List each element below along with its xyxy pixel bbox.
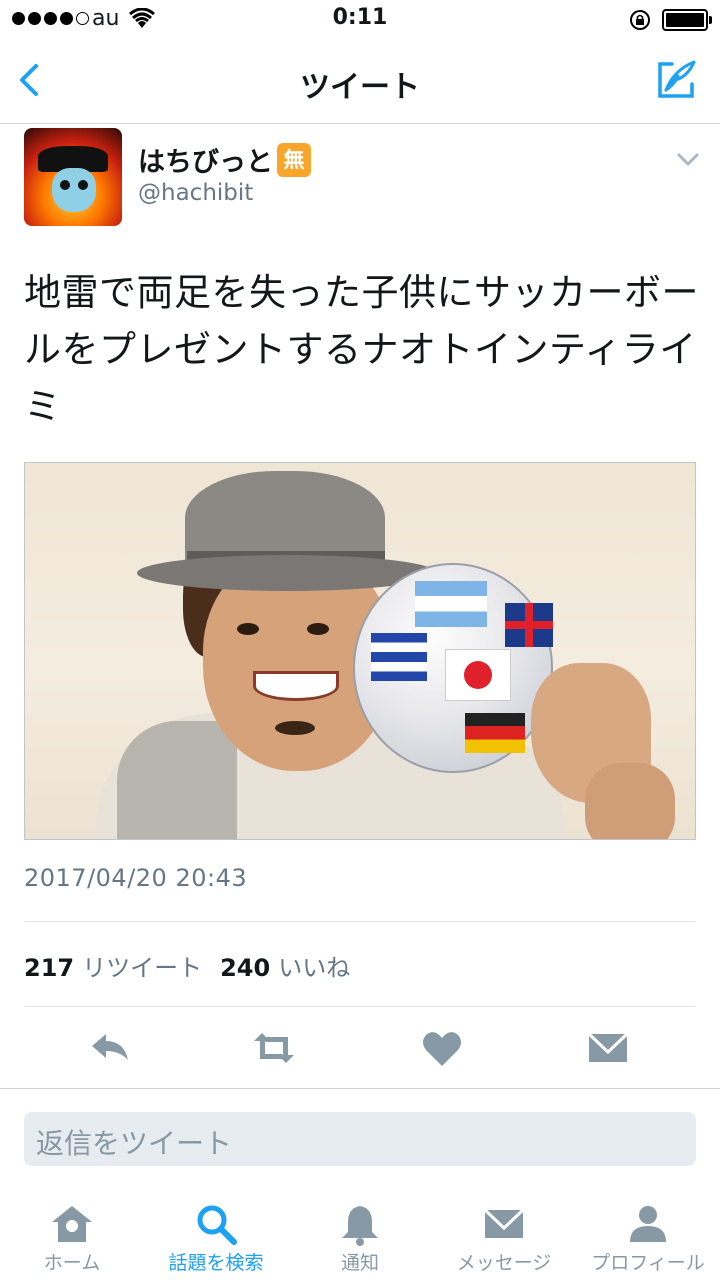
chevron-down-icon[interactable] [676, 152, 700, 168]
tab-home-label: ホーム [43, 1252, 101, 1274]
tab-profile[interactable]: プロフィール [576, 1192, 720, 1280]
retweet-icon[interactable] [252, 1026, 296, 1070]
tweet-text: 地雷で両足を失った子供にサッカーボールをプレゼントするナオトインティライミ [24, 271, 699, 428]
divider [24, 921, 696, 922]
tab-messages-label: メッセージ [456, 1252, 552, 1274]
status-time: 0:11 [332, 5, 388, 30]
direct-message-icon[interactable] [586, 1026, 630, 1070]
like-count[interactable]: 240 [220, 954, 270, 982]
tab-messages[interactable]: メッセージ [432, 1192, 576, 1280]
avatar[interactable] [24, 128, 122, 226]
compose-tweet-icon[interactable] [652, 56, 700, 104]
reply-placeholder: 返信をツイート [36, 1127, 233, 1160]
reply-icon[interactable] [88, 1026, 132, 1070]
divider [24, 1006, 696, 1007]
like-label[interactable]: いいね [278, 948, 350, 983]
tab-notifications-label: 通知 [340, 1252, 379, 1274]
display-name[interactable]: はちびっと 無 [138, 140, 311, 179]
tweet-photo[interactable] [24, 462, 696, 840]
muji-badge: 無 [277, 142, 311, 177]
tab-notifications[interactable]: 通知 [288, 1192, 432, 1280]
bell-icon [342, 1206, 378, 1246]
search-icon [197, 1205, 237, 1245]
tweet-actions [0, 1008, 720, 1088]
tweet-timestamp: 2017/04/20 20:43 [24, 864, 248, 892]
user-handle[interactable]: @hachibit [138, 180, 253, 206]
tab-bar: ホーム 話題を検索 通知 メッセージ プロフィール [0, 1192, 720, 1280]
home-icon [52, 1206, 92, 1242]
battery-icon [662, 9, 712, 31]
tab-home[interactable]: ホーム [0, 1192, 144, 1280]
tweet-stats: 217 リツイート 240 いいね [24, 948, 350, 983]
person-icon [630, 1206, 666, 1242]
tab-profile-label: プロフィール [591, 1252, 705, 1274]
envelope-icon [483, 1208, 525, 1238]
page-title: ツイート [300, 70, 420, 105]
retweet-count[interactable]: 217 [24, 954, 74, 982]
status-bar: au 0:11 [0, 0, 720, 40]
tab-search-label: 話題を検索 [168, 1252, 264, 1274]
rotation-lock-icon [630, 10, 650, 30]
reply-input[interactable]: 返信をツイート [24, 1112, 696, 1166]
navigation-bar: ツイート [0, 40, 720, 124]
like-heart-icon[interactable] [420, 1026, 464, 1070]
retweet-label[interactable]: リツイート [82, 948, 202, 983]
tab-search[interactable]: 話題を検索 [144, 1192, 288, 1280]
divider [0, 1088, 720, 1089]
display-name-text[interactable]: はちびっと [138, 140, 273, 179]
